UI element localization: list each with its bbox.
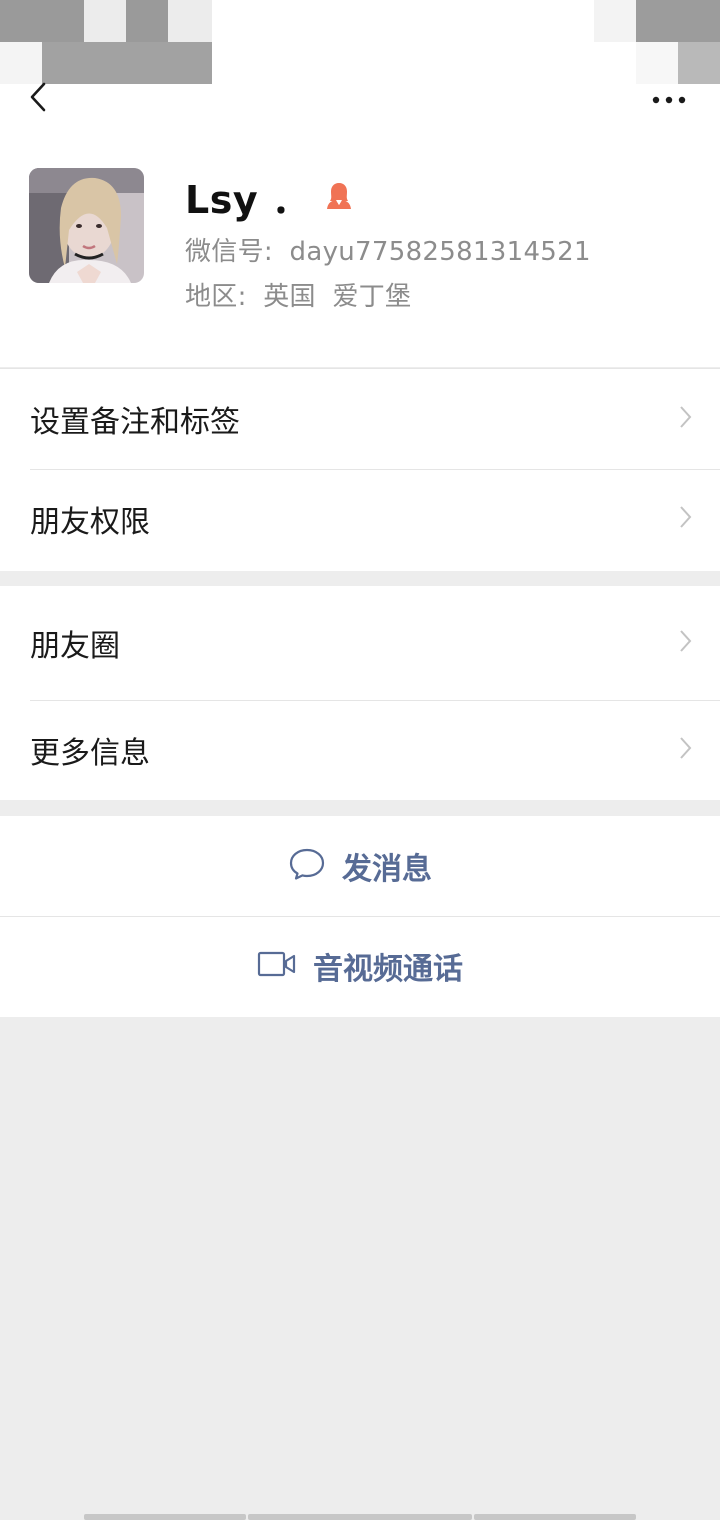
send-message-label: 发消息 xyxy=(342,852,432,887)
chevron-right-icon xyxy=(678,629,692,657)
avatar[interactable] xyxy=(29,168,144,283)
region-line: 地区: 英国 爱丁堡 xyxy=(185,276,411,313)
chevron-right-icon xyxy=(678,736,692,764)
status-bar xyxy=(0,0,720,84)
wechat-id-label: 微信号: xyxy=(185,237,273,267)
back-button[interactable] xyxy=(18,82,58,116)
friend-permissions-label: 朋友权限 xyxy=(30,505,150,540)
chevron-right-icon xyxy=(678,405,692,433)
gesture-bar xyxy=(0,1514,720,1520)
set-remarks-tags-row[interactable]: 设置备注和标签 xyxy=(0,369,720,469)
settings-section: 设置备注和标签 朋友权限 xyxy=(0,368,720,571)
more-options-button[interactable] xyxy=(642,84,696,114)
name-row: Lsy ． xyxy=(185,172,354,222)
moments-row[interactable]: 朋友圈 xyxy=(0,586,720,700)
actions-section: 发消息 音视频通话 xyxy=(0,816,720,1017)
send-message-button[interactable]: 发消息 xyxy=(0,816,720,916)
chevron-left-icon xyxy=(28,82,48,116)
moments-label: 朋友圈 xyxy=(30,629,120,664)
chat-bubble-icon xyxy=(288,847,326,885)
info-section: 朋友圈 更多信息 xyxy=(0,586,720,800)
video-call-button[interactable]: 音视频通话 xyxy=(0,916,720,1016)
wechat-id-line: 微信号: dayu77582581314521 xyxy=(185,231,591,268)
region-country: 英国 xyxy=(263,282,316,312)
female-icon xyxy=(324,181,354,211)
video-call-label: 音视频通话 xyxy=(313,952,463,987)
chevron-right-icon xyxy=(678,505,692,533)
more-info-label: 更多信息 xyxy=(30,736,150,771)
set-remarks-tags-label: 设置备注和标签 xyxy=(30,405,240,440)
profile-name: Lsy ． xyxy=(185,177,311,222)
more-dots-icon xyxy=(651,90,687,109)
video-camera-icon xyxy=(257,951,297,981)
region-city: 爱丁堡 xyxy=(332,282,412,312)
more-info-row[interactable]: 更多信息 xyxy=(0,700,720,800)
wechat-id-value: dayu77582581314521 xyxy=(289,237,591,267)
profile-header: Lsy ． 微信号: dayu77582581314521 地区: 英国 爱丁堡 xyxy=(0,82,720,367)
friend-permissions-row[interactable]: 朋友权限 xyxy=(0,469,720,569)
region-label: 地区: xyxy=(185,282,247,312)
